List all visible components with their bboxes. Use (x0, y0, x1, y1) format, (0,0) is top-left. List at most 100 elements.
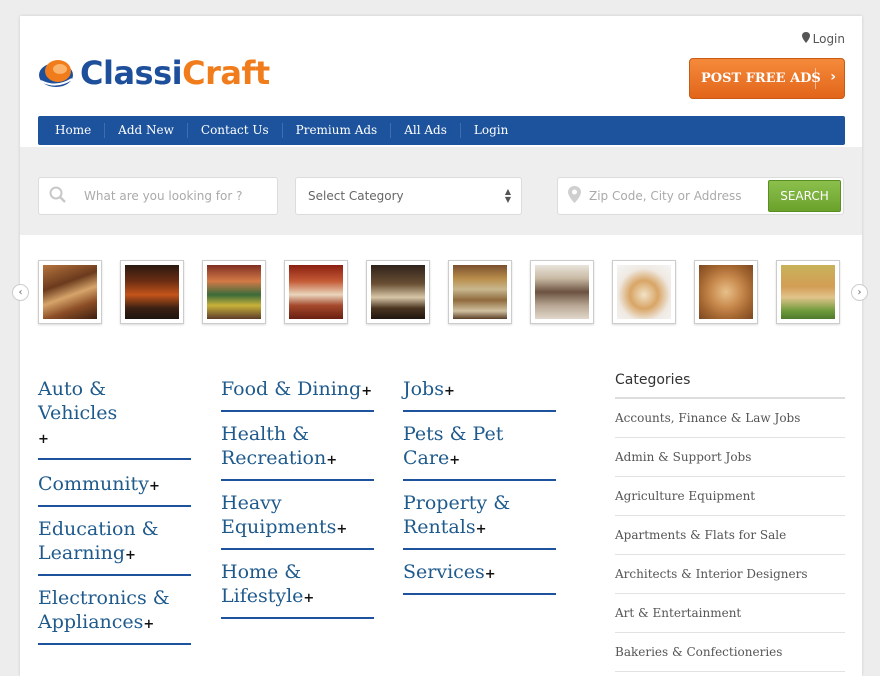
expand-plus-icon[interactable]: + (125, 548, 136, 563)
bakery-display-image (43, 265, 97, 319)
expand-plus-icon[interactable]: + (444, 384, 455, 399)
search-bar: What are you looking for ? Select Catego… (20, 147, 862, 235)
login-link[interactable]: Login (801, 32, 845, 46)
carousel-thumb[interactable] (120, 260, 184, 324)
image-carousel: ‹ › (12, 259, 868, 329)
category-link[interactable]: Community+ (38, 472, 191, 507)
logo-icon (38, 55, 74, 91)
restaurant-storefront-image (125, 265, 179, 319)
category-name: Property & Rentals (403, 492, 511, 538)
category-link[interactable]: Food & Dining+ (221, 377, 374, 412)
nav-login[interactable]: Login (461, 123, 521, 138)
sidebar-category-link[interactable]: Bakeries & Confectioneries (615, 633, 845, 672)
category-name: Auto & Vehicles (38, 378, 118, 424)
button-divider (815, 68, 816, 89)
carousel-thumb[interactable] (694, 260, 758, 324)
category-name: Community (38, 473, 149, 495)
category-link[interactable]: Services+ (403, 560, 556, 595)
confectionery-counter-image (535, 265, 589, 319)
street-market-image (207, 265, 261, 319)
sidebar-category-link[interactable]: Architects & Interior Designers (615, 555, 845, 594)
search-icon (49, 186, 66, 206)
category-column-3: Jobs+ Pets & Pet Care+ Property & Rental… (403, 377, 556, 605)
nav-add-new[interactable]: Add New (105, 123, 188, 138)
category-name: Food & Dining (221, 378, 362, 400)
category-link[interactable]: Home & Lifestyle+ (221, 560, 374, 619)
expand-plus-icon[interactable]: + (449, 453, 460, 468)
carousel-thumb[interactable] (448, 260, 512, 324)
location-placeholder: Zip Code, City or Address (589, 189, 742, 203)
keyword-search-input[interactable]: What are you looking for ? (38, 177, 278, 215)
sidebar-category-link[interactable]: Admin & Support Jobs (615, 438, 845, 477)
carousel-thumb[interactable] (284, 260, 348, 324)
category-link[interactable]: Education & Learning+ (38, 517, 191, 576)
sidebar-category-link[interactable]: Apartments & Flats for Sale (615, 516, 845, 555)
post-button-label: POST FREE ADS (701, 71, 821, 86)
category-link[interactable]: Jobs+ (403, 377, 556, 412)
nav-home[interactable]: Home (42, 123, 106, 138)
category-select-value: Select Category (308, 189, 404, 203)
carousel-next-icon[interactable]: › (851, 284, 868, 301)
sidebar-category-link[interactable]: Accounts, Finance & Law Jobs (615, 399, 845, 438)
category-link[interactable]: Property & Rentals+ (403, 491, 556, 550)
expand-plus-icon[interactable]: + (303, 591, 314, 606)
keyword-placeholder: What are you looking for ? (84, 189, 243, 203)
nav-premium-ads[interactable]: Premium Ads (283, 123, 392, 138)
carousel-prev-icon[interactable]: ‹ (12, 284, 29, 301)
carousel-thumb[interactable] (38, 260, 102, 324)
expand-plus-icon[interactable]: + (336, 522, 347, 537)
sidebar-category-link[interactable]: Art & Entertainment (615, 594, 845, 633)
logo[interactable]: ClassiCraft (38, 54, 270, 92)
category-name: Heavy Equipments (221, 492, 337, 538)
location-pin-icon (568, 186, 581, 206)
expand-plus-icon[interactable]: + (143, 617, 154, 632)
category-link[interactable]: Auto & Vehicles + (38, 377, 191, 460)
category-name: Jobs (403, 378, 444, 400)
logo-text: ClassiCraft (80, 54, 270, 92)
logo-text-part1: Classi (80, 54, 183, 92)
page: ClassiCraft Login POST FREE ADS › Home A… (12, 16, 868, 676)
category-link[interactable]: Electronics & Appliances+ (38, 586, 191, 645)
carousel-thumb[interactable] (530, 260, 594, 324)
pin-icon (801, 32, 810, 46)
categories-sidebar: Categories Accounts, Finance & Law Jobs … (615, 372, 845, 672)
expand-plus-icon[interactable]: + (38, 432, 49, 447)
nav-all-ads[interactable]: All Ads (391, 123, 461, 138)
puppy-closeup-image (699, 265, 753, 319)
kitten-and-puppy-image (781, 265, 835, 319)
carousel-thumb[interactable] (366, 260, 430, 324)
select-arrows-icon: ▲ ▼ (504, 187, 511, 204)
chevron-right-icon: › (830, 69, 836, 85)
category-name: Home & Lifestyle (221, 561, 304, 607)
login-link-label: Login (812, 32, 845, 46)
category-name: Services (403, 561, 485, 583)
location-input[interactable]: Zip Code, City or Address SEARCH (557, 177, 844, 215)
category-link[interactable]: Pets & Pet Care+ (403, 422, 556, 481)
category-link[interactable]: Health & Recreation+ (221, 422, 374, 481)
category-column-1: Auto & Vehicles + Community+ Education & … (38, 377, 191, 655)
search-button[interactable]: SEARCH (768, 180, 841, 212)
expand-plus-icon[interactable]: + (485, 567, 496, 582)
carousel-thumb[interactable] (202, 260, 266, 324)
category-column-2: Food & Dining+ Health & Recreation+ Heav… (221, 377, 374, 629)
category-select[interactable]: Select Category ▲ ▼ (295, 177, 522, 215)
dining-room-image (289, 265, 343, 319)
carousel-thumb[interactable] (612, 260, 676, 324)
sidebar-title: Categories (615, 372, 845, 399)
category-name: Education & Learning (38, 518, 159, 564)
expand-plus-icon[interactable]: + (361, 384, 372, 399)
puppy-image (617, 265, 671, 319)
expand-plus-icon[interactable]: + (149, 479, 160, 494)
category-link[interactable]: Heavy Equipments+ (221, 491, 374, 550)
expand-plus-icon[interactable]: + (326, 453, 337, 468)
logo-text-part2: Craft (182, 54, 270, 92)
candy-shop-image (453, 265, 507, 319)
post-free-ads-button[interactable]: POST FREE ADS › (689, 58, 845, 99)
carousel-thumb[interactable] (776, 260, 840, 324)
restaurant-interior-image (371, 265, 425, 319)
main-nav: Home Add New Contact Us Premium Ads All … (38, 116, 845, 145)
expand-plus-icon[interactable]: + (476, 522, 487, 537)
nav-contact-us[interactable]: Contact Us (188, 123, 283, 138)
sidebar-category-link[interactable]: Agriculture Equipment (615, 477, 845, 516)
category-name: Health & Recreation (221, 423, 327, 469)
